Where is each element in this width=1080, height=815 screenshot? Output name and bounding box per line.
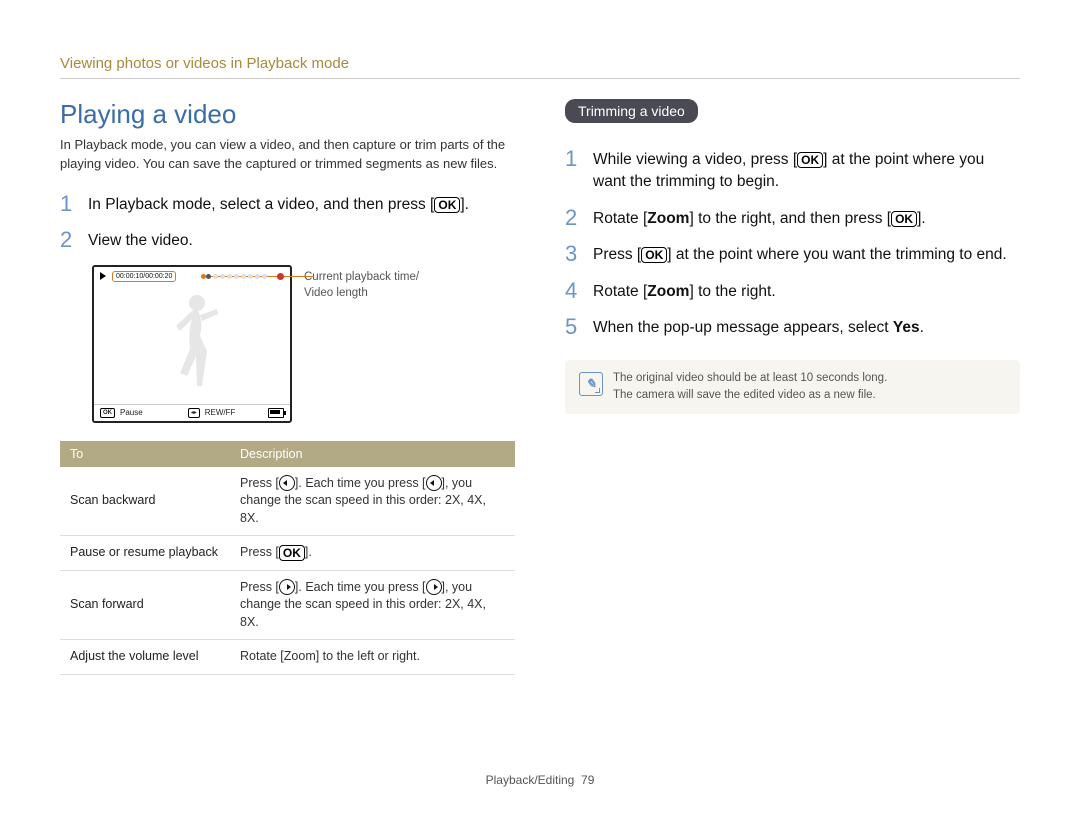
table-header-to: To — [60, 441, 230, 467]
ok-icon: OK — [434, 197, 460, 213]
sub-heading-trimming: Trimming a video — [565, 99, 698, 123]
left-column: Playing a video In Playback mode, you ca… — [60, 99, 515, 675]
breadcrumb: Viewing photos or videos in Playback mod… — [60, 55, 1020, 72]
progress-dots — [206, 274, 267, 279]
table-header-description: Description — [230, 441, 515, 467]
right-column: Trimming a video 1 While viewing a video… — [565, 99, 1020, 675]
step-2: 2 View the video. — [60, 228, 515, 252]
table-row: Pause or resume playback Press [OK]. — [60, 536, 515, 571]
step-text-pre: In Playback mode, select a video, and th… — [88, 196, 434, 213]
step-number: 1 — [565, 147, 593, 171]
content-columns: Playing a video In Playback mode, you ca… — [60, 99, 1020, 675]
table-cell-desc: Press []. Each time you press [], you ch… — [230, 570, 515, 640]
ok-icon: OK — [797, 152, 823, 168]
page-title: Playing a video — [60, 99, 515, 130]
table-cell-to: Pause or resume playback — [60, 536, 230, 571]
step-text-post: ]. — [460, 196, 469, 213]
table-cell-to: Adjust the volume level — [60, 640, 230, 675]
ok-icon: OK — [641, 247, 667, 263]
table-cell-desc: Press [OK]. — [230, 536, 515, 571]
step-text: In Playback mode, select a video, and th… — [88, 192, 469, 216]
table-cell-desc: Press []. Each time you press [], you ch… — [230, 467, 515, 536]
video-bottom-bar: OK Pause ◂▸ REW/FF — [94, 404, 290, 421]
ok-mini-icon: OK — [100, 408, 115, 418]
step-number: 1 — [60, 192, 88, 216]
ok-icon: OK — [279, 545, 305, 561]
table-cell-desc: Rotate [Zoom] to the left or right. — [230, 640, 515, 675]
note-text: The original video should be at least 10… — [613, 370, 887, 405]
step-4: 4 Rotate [Zoom] to the right. — [565, 279, 1020, 303]
step-number: 2 — [565, 206, 593, 230]
step-text: While viewing a video, press [OK] at the… — [593, 147, 1020, 194]
rewff-label: REW/FF — [205, 408, 236, 417]
right-steps: 1 While viewing a video, press [OK] at t… — [565, 147, 1020, 340]
step-5: 5 When the pop-up message appears, selec… — [565, 315, 1020, 339]
left-steps: 1 In Playback mode, select a video, and … — [60, 192, 515, 253]
divider — [60, 78, 1020, 79]
table-cell-to: Scan backward — [60, 467, 230, 536]
step-text: Rotate [Zoom] to the right, and then pre… — [593, 206, 926, 230]
play-icon — [100, 272, 106, 280]
step-3: 3 Press [OK] at the point where you want… — [565, 242, 1020, 266]
table-row: Adjust the volume level Rotate [Zoom] to… — [60, 640, 515, 675]
step-number: 4 — [565, 279, 593, 303]
right-arrow-icon — [426, 579, 442, 595]
step-number: 3 — [565, 242, 593, 266]
callout-line2: Video length — [304, 285, 419, 301]
note-icon: ✎ — [579, 372, 603, 396]
table-row: Scan backward Press []. Each time you pr… — [60, 467, 515, 536]
step-1: 1 In Playback mode, select a video, and … — [60, 192, 515, 216]
note-line1: The original video should be at least 10… — [613, 370, 887, 387]
step-text: When the pop-up message appears, select … — [593, 315, 924, 339]
ok-icon: OK — [891, 211, 917, 227]
step-text: Press [OK] at the point where you want t… — [593, 242, 1007, 266]
step-text: View the video. — [88, 228, 193, 252]
step-number: 5 — [565, 315, 593, 339]
record-indicator-icon — [277, 273, 284, 280]
intro-text: In Playback mode, you can view a video, … — [60, 136, 515, 174]
table-row: Scan forward Press []. Each time you pre… — [60, 570, 515, 640]
right-arrow-icon — [279, 579, 295, 595]
step-number: 2 — [60, 228, 88, 252]
step-text: Rotate [Zoom] to the right. — [593, 279, 776, 303]
callout-text: Current playback time/ Video length — [304, 265, 419, 301]
note-line2: The camera will save the edited video as… — [613, 387, 887, 404]
table-cell-to: Scan forward — [60, 570, 230, 640]
video-illustration-row: 00:00:10/00:00:20 — [92, 265, 515, 423]
skater-silhouette-icon — [152, 291, 232, 396]
video-body — [94, 284, 290, 404]
pause-label: Pause — [120, 408, 143, 417]
video-top-bar: 00:00:10/00:00:20 — [94, 267, 290, 284]
footer-page: 79 — [581, 773, 594, 787]
controls-table: To Description Scan backward Press []. E… — [60, 441, 515, 675]
video-frame: 00:00:10/00:00:20 — [92, 265, 292, 423]
left-arrow-icon — [279, 475, 295, 491]
page-footer: Playback/Editing 79 — [0, 773, 1080, 787]
step-2: 2 Rotate [Zoom] to the right, and then p… — [565, 206, 1020, 230]
step-1: 1 While viewing a video, press [OK] at t… — [565, 147, 1020, 194]
callout-line1: Current playback time/ — [304, 269, 419, 285]
page: Viewing photos or videos in Playback mod… — [0, 0, 1080, 815]
left-right-mini-icon: ◂▸ — [188, 408, 200, 418]
battery-icon — [268, 408, 284, 418]
footer-section: Playback/Editing — [486, 773, 575, 787]
note-box: ✎ The original video should be at least … — [565, 360, 1020, 415]
left-arrow-icon — [426, 475, 442, 491]
playback-time: 00:00:10/00:00:20 — [112, 271, 176, 282]
